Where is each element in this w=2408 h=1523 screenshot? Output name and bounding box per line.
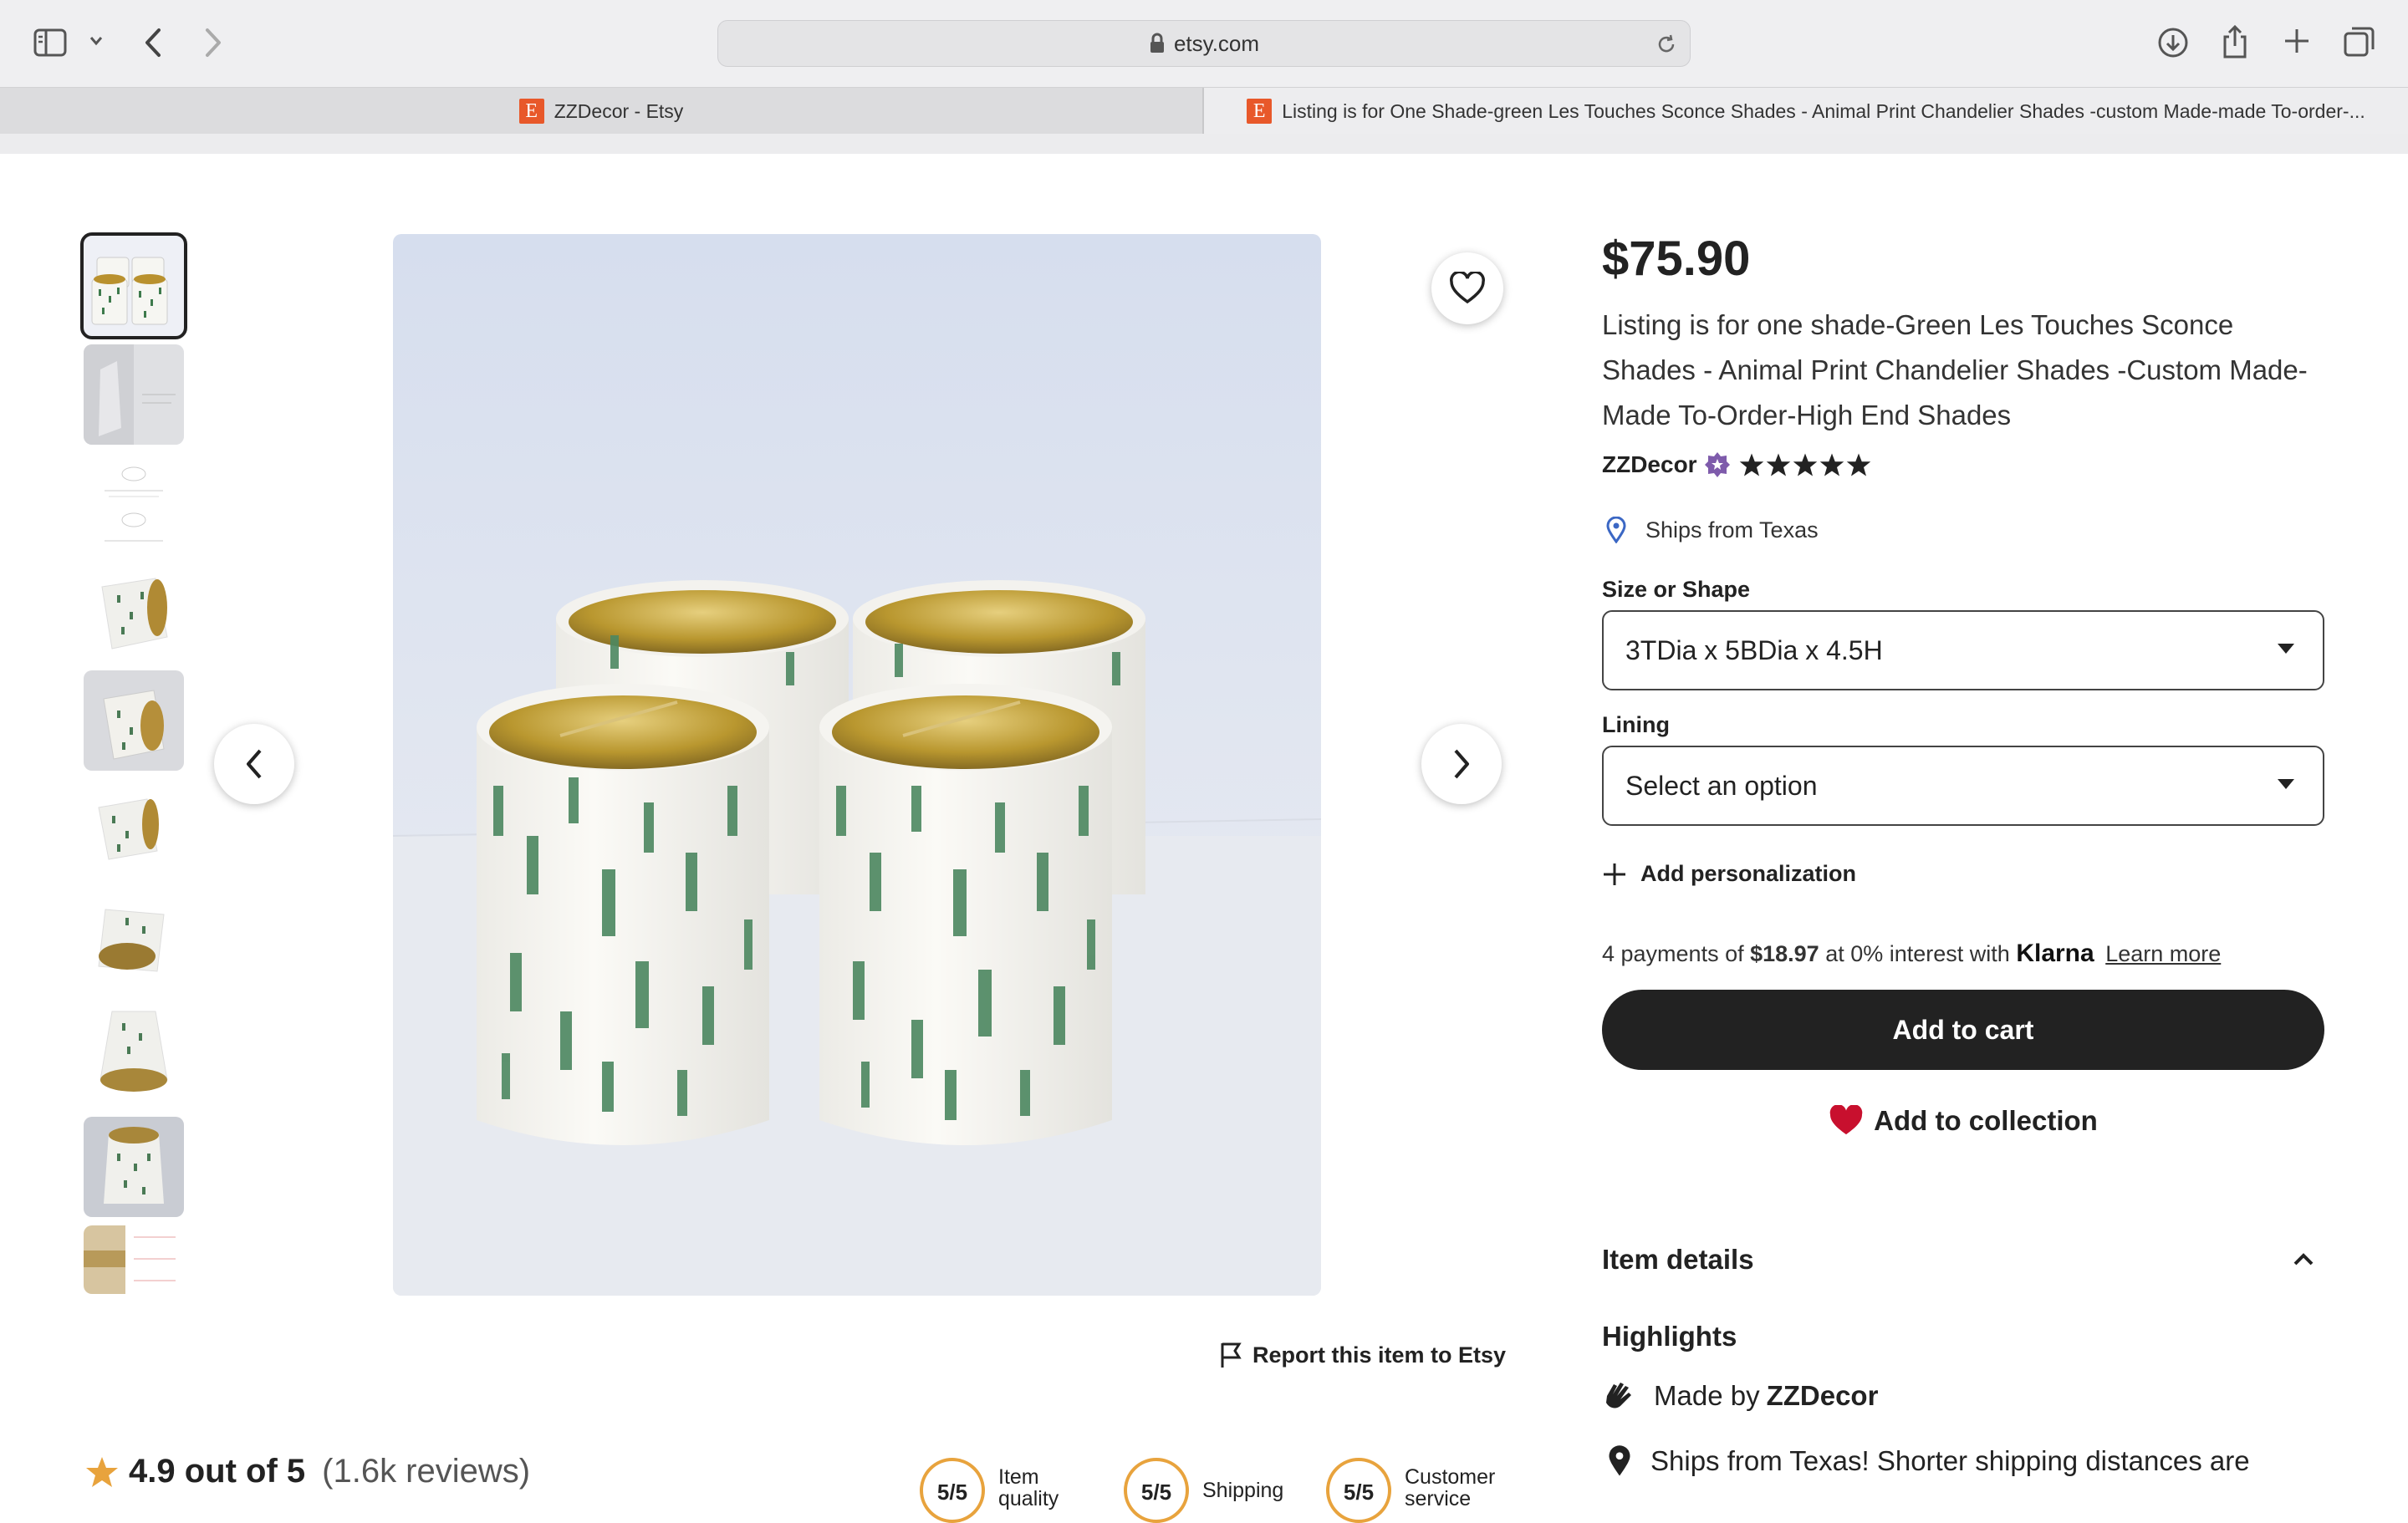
score-label: Item quality xyxy=(998,1465,1059,1510)
review-summary: 4.9 out of 5 (1.6k reviews) xyxy=(85,1453,530,1490)
score-label: Customer service xyxy=(1405,1465,1496,1510)
star-icon xyxy=(1739,453,1763,476)
previous-image-button[interactable] xyxy=(214,724,294,804)
ships-from: Ships from Texas xyxy=(1605,517,1819,543)
star-icon xyxy=(86,1456,118,1487)
location-pin-icon xyxy=(1606,517,1626,543)
highlights-title: Highlights xyxy=(1602,1321,1737,1352)
size-select[interactable]: 3TDia x 5BDia x 4.5H xyxy=(1602,610,2324,690)
location-pin-icon xyxy=(1609,1445,1630,1476)
tab-bar: E ZZDecor - Etsy E Listing is for One Sh… xyxy=(0,87,2408,135)
dropdown-caret-icon xyxy=(2278,644,2294,654)
tab-overview-icon[interactable] xyxy=(2343,25,2376,59)
sidebar-toggle-icon[interactable] xyxy=(33,28,67,57)
highlight-made-by: Made by ZZDecor xyxy=(1602,1379,1878,1413)
star-icon xyxy=(1846,453,1870,476)
thumbnail-8[interactable] xyxy=(84,996,184,1097)
thumbnail-7[interactable] xyxy=(84,888,184,988)
klarna-line: 4 payments of $18.97 at 0% interest with… xyxy=(1602,940,2222,967)
plus-icon xyxy=(1604,863,1625,885)
klarna-logo: Klarna xyxy=(2016,940,2094,967)
favorite-button[interactable] xyxy=(1431,252,1503,324)
etsy-favicon-icon: E xyxy=(1247,99,1273,124)
score-item-quality: 5/5 xyxy=(920,1458,985,1523)
thumbnail-2[interactable] xyxy=(84,344,184,445)
lining-select[interactable]: Select an option xyxy=(1602,746,2324,826)
thumbnail-6[interactable] xyxy=(84,779,184,879)
chevron-down-icon[interactable] xyxy=(89,35,104,47)
heart-outline-icon xyxy=(1450,272,1485,304)
star-icon xyxy=(1766,453,1790,476)
thumbnail-9[interactable] xyxy=(84,1117,184,1217)
forward-icon[interactable] xyxy=(202,27,224,59)
add-personalization-button[interactable]: Add personalization xyxy=(1602,861,1856,887)
lock-icon xyxy=(1150,33,1164,53)
flag-icon xyxy=(1221,1342,1242,1368)
review-count[interactable]: (1.6k reviews) xyxy=(322,1453,530,1490)
star-icon xyxy=(1793,453,1817,476)
item-details-toggle[interactable]: Item details xyxy=(1602,1244,2324,1276)
price: $75.90 xyxy=(1602,232,1751,286)
tab-title: ZZDecor - Etsy xyxy=(554,99,684,122)
shop-rating-stars xyxy=(1739,452,1871,477)
option-label-size: Size or Shape xyxy=(1602,577,1751,602)
listing-title: Listing is for one shade-Green Les Touch… xyxy=(1602,309,2308,430)
etsy-favicon-icon: E xyxy=(518,99,544,124)
address-bar[interactable]: etsy.com xyxy=(717,20,1691,67)
klarna-amount: $18.97 xyxy=(1750,941,1819,966)
klarna-learn-more-link[interactable]: Learn more xyxy=(2105,941,2221,966)
browser-toolbar: etsy.com xyxy=(0,0,2408,87)
next-image-button[interactable] xyxy=(1421,724,1502,804)
shop-name-link[interactable]: ZZDecor xyxy=(1602,451,1697,478)
option-label-lining: Lining xyxy=(1602,712,1670,737)
thumbnail-5[interactable] xyxy=(84,670,184,771)
url-text: etsy.com xyxy=(1173,30,1260,56)
thumbnail-4[interactable] xyxy=(84,562,184,662)
tab-zzdecor[interactable]: E ZZDecor - Etsy xyxy=(0,88,1202,135)
shop-row: ZZDecor xyxy=(1602,451,1871,478)
star-seller-badge-icon xyxy=(1704,452,1730,477)
made-by-shop-link[interactable]: ZZDecor xyxy=(1767,1380,1879,1412)
chevron-left-icon xyxy=(247,749,262,779)
score-shipping: 5/5 xyxy=(1124,1458,1189,1523)
reload-icon[interactable] xyxy=(1655,33,1678,56)
thumbnail-10[interactable] xyxy=(84,1225,184,1294)
highlight-ships: Ships from Texas! Shorter shipping dista… xyxy=(1605,1444,2250,1478)
main-product-image xyxy=(393,234,1321,1296)
star-icon xyxy=(1819,453,1844,476)
add-to-cart-button[interactable]: Add to cart xyxy=(1602,990,2324,1070)
share-icon[interactable] xyxy=(2221,23,2249,60)
heart-filled-icon xyxy=(1829,1105,1863,1135)
page-top-strip xyxy=(0,134,2408,154)
tab-title: Listing is for One Shade-green Les Touch… xyxy=(1282,99,2365,122)
score-label: Shipping xyxy=(1202,1479,1284,1502)
rating-text: 4.9 out of 5 xyxy=(129,1453,306,1490)
add-to-collection-button[interactable]: Add to collection xyxy=(1602,1105,2324,1137)
tab-listing[interactable]: E Listing is for One Shade-green Les Tou… xyxy=(1204,88,2408,135)
report-item-link[interactable]: Report this item to Etsy xyxy=(1219,1341,1506,1369)
score-customer-service: 5/5 xyxy=(1326,1458,1391,1523)
thumbnail-1[interactable] xyxy=(80,232,187,339)
chevron-up-icon xyxy=(2293,1253,2314,1266)
download-icon[interactable] xyxy=(2157,27,2189,59)
chevron-right-icon xyxy=(1454,749,1469,779)
back-icon[interactable] xyxy=(142,27,164,59)
new-tab-icon[interactable] xyxy=(2283,27,2311,55)
thumbnail-3[interactable] xyxy=(84,453,184,553)
dropdown-caret-icon xyxy=(2278,779,2294,789)
hand-wave-icon xyxy=(1606,1383,1631,1408)
